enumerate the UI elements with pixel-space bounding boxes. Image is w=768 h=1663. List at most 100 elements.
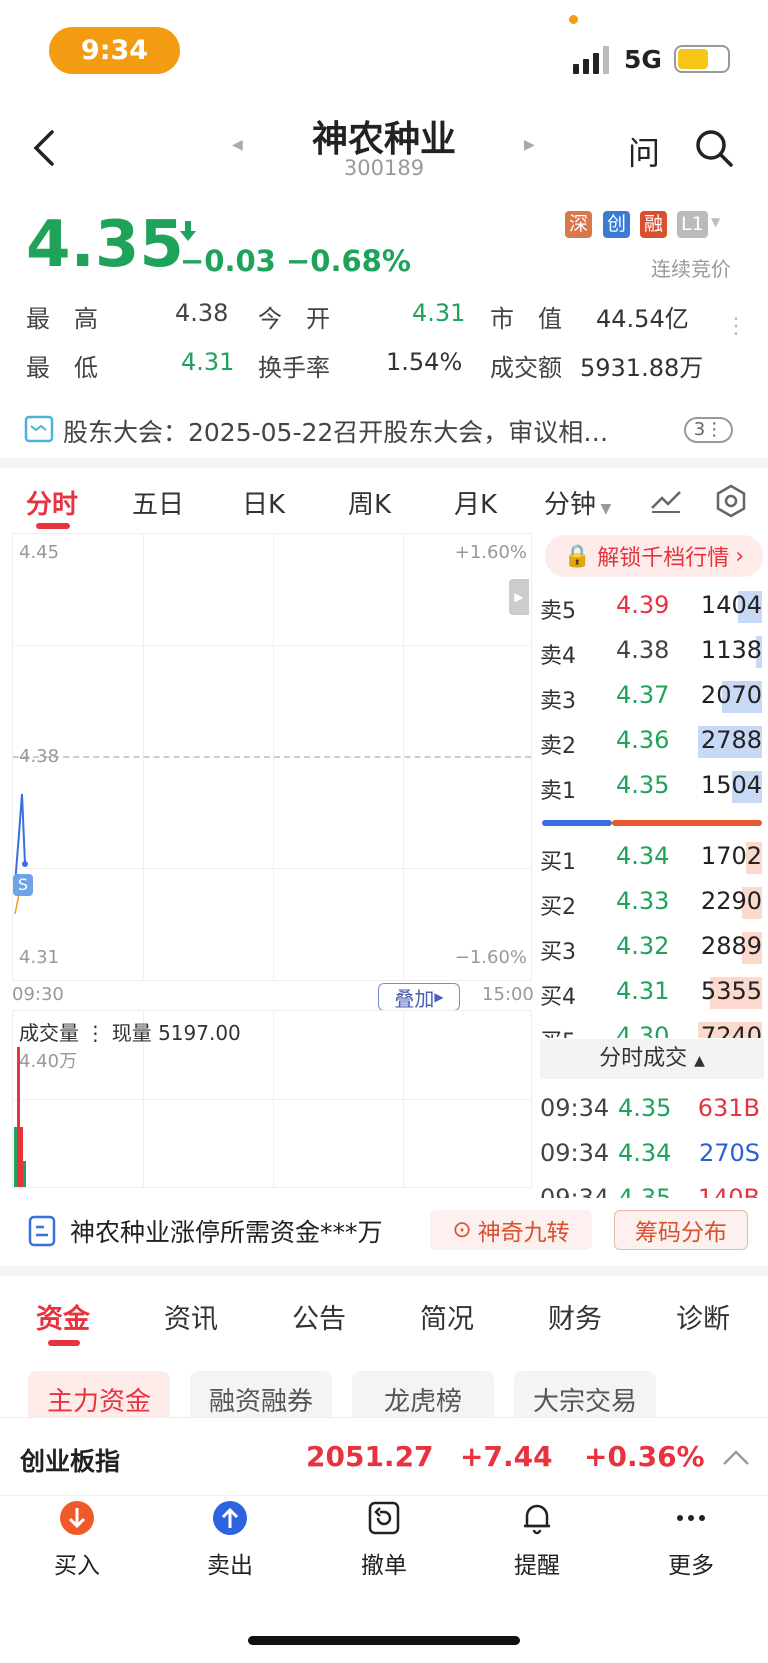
search-icon[interactable] — [694, 128, 734, 168]
alert-button[interactable]: 提醒 — [482, 1500, 592, 1580]
overlay-button[interactable]: 叠加 ▶ — [378, 983, 460, 1011]
settings-icon[interactable] — [714, 484, 748, 518]
ask-row-3[interactable]: 卖3 4.37 2070 — [540, 677, 762, 717]
open-value: 4.31 — [412, 299, 466, 327]
cancel-order-button[interactable]: 撤单 — [329, 1500, 439, 1580]
signal-icon — [573, 46, 609, 74]
high-label: 最 高 — [26, 305, 98, 333]
tab-five-day[interactable]: 五日 — [132, 484, 184, 521]
tab-underline — [48, 1340, 80, 1346]
bid-row-3[interactable]: 买3 4.32 2889 — [540, 928, 762, 968]
mcap-label: 市 值 — [490, 305, 562, 333]
price-change: −0.03 −0.68% — [180, 244, 411, 278]
more-icon — [677, 1515, 705, 1521]
separator — [0, 1266, 768, 1276]
indicator-icon[interactable] — [650, 488, 682, 514]
high-value: 4.38 — [175, 299, 229, 327]
status-time: 9:34 — [49, 27, 180, 74]
tab-minute[interactable]: 分钟 ▼ — [544, 484, 611, 521]
down-arrow-icon — [180, 221, 196, 241]
buy-sell-ratio-bar — [542, 820, 762, 826]
back-icon[interactable] — [30, 128, 60, 168]
ask-row-2[interactable]: 卖2 4.36 2788 — [540, 722, 762, 762]
chip-distribution-button[interactable]: 筹码分布 — [614, 1210, 748, 1250]
low-label: 最 低 — [26, 354, 98, 382]
volume-chart[interactable]: 成交量 ⋮ 现量 5197.00 4.40万 — [12, 1010, 532, 1188]
index-bar[interactable]: 创业板指 2051.27 +7.44 +0.36% — [0, 1417, 768, 1495]
current-price: 4.35 — [26, 208, 184, 282]
tab-daily-k[interactable]: 日K — [242, 484, 285, 521]
volume-label[interactable]: 成交量 ⋮ 现量 5197.00 — [19, 1017, 241, 1046]
tab-intraday[interactable]: 分时 — [26, 484, 78, 521]
bid-row-5[interactable]: 买54.307240 — [540, 1018, 762, 1038]
tab-news[interactable]: 资讯 — [164, 1297, 218, 1336]
home-indicator[interactable] — [248, 1636, 520, 1645]
bid-row-2[interactable]: 买2 4.33 2290 — [540, 883, 762, 923]
bid-row-1[interactable]: 买1 4.34 1702 — [540, 838, 762, 878]
bid-row-4[interactable]: 买4 4.31 5355 — [540, 973, 762, 1013]
buy-button[interactable]: 买入 — [22, 1500, 132, 1580]
recording-dot — [569, 15, 578, 24]
trading-status: 连续竞价 — [651, 257, 731, 281]
expand-panel-icon[interactable]: ▶ — [509, 579, 529, 615]
announcement-count[interactable]: 3⋮ — [684, 417, 733, 443]
bell-icon — [524, 1504, 550, 1535]
battery-level — [678, 49, 708, 69]
more-button[interactable]: 更多 — [636, 1500, 746, 1580]
tab-diagnosis[interactable]: 诊断 — [676, 1297, 730, 1336]
tab-notices[interactable]: 公告 — [292, 1297, 346, 1336]
tab-profile[interactable]: 简况 — [420, 1297, 474, 1336]
pct-axis-bottom: −1.60% — [454, 947, 527, 968]
stock-name: 神农种业 — [311, 119, 456, 160]
price-line — [14, 793, 28, 915]
sell-button[interactable]: 卖出 — [175, 1500, 285, 1580]
chevron-down-icon[interactable]: ▼ — [711, 215, 720, 229]
ask-row-4[interactable]: 卖4 4.38 1138 — [540, 632, 762, 672]
turnover-value: 1.54% — [386, 348, 463, 376]
magic-nine-button[interactable]: ⊙ 神奇九转 — [430, 1210, 592, 1250]
badge-shen: 深 — [565, 211, 593, 238]
tab-underline — [36, 523, 70, 529]
limit-up-funds-text[interactable]: 神农种业涨停所需资金***万 — [70, 1213, 383, 1249]
pct-axis-top: +1.60% — [454, 542, 527, 563]
sell-icon — [213, 1501, 247, 1535]
volume-max: 4.40万 — [19, 1051, 78, 1072]
ask-button[interactable]: 问 — [628, 128, 660, 174]
trade-row: 09:34 4.34 270S — [540, 1139, 760, 1167]
index-pct: +0.36% — [584, 1440, 705, 1473]
more-stats-icon[interactable]: ⋮ — [725, 316, 747, 338]
separator — [0, 458, 768, 468]
network-label: 5G — [624, 45, 662, 74]
turnover-label: 换手率 — [258, 354, 330, 382]
intraday-chart[interactable]: 4.45 4.38 4.31 +1.60% −1.60% S ▶ — [12, 533, 532, 981]
announcement-text[interactable]: 股东大会：2025-05-22召开股东大会，审议相… — [63, 413, 608, 449]
chevron-up-icon[interactable] — [722, 1448, 750, 1466]
amount-label: 成交额 — [490, 354, 562, 382]
trades-header[interactable]: 分时成交 ▲ — [540, 1039, 764, 1079]
next-stock-icon[interactable]: ▶ — [524, 137, 535, 153]
announcement-icon — [24, 415, 54, 443]
badge-rong: 融 — [640, 211, 668, 238]
trade-row: 09:34 4.35 140B — [540, 1184, 760, 1198]
amount-value: 5931.88万 — [580, 354, 704, 382]
ask-row-1[interactable]: 卖1 4.35 1504 — [540, 767, 762, 807]
index-value: 2051.27 — [306, 1440, 434, 1473]
tab-financials[interactable]: 财务 — [548, 1297, 602, 1336]
low-value: 4.31 — [181, 348, 235, 376]
sell-marker[interactable]: S — [13, 874, 33, 896]
unlock-depth-button[interactable]: 🔒 解锁千档行情 › — [545, 535, 763, 577]
tab-monthly-k[interactable]: 月K — [454, 484, 497, 521]
document-icon — [28, 1215, 56, 1247]
tab-funds[interactable]: 资金 — [36, 1297, 90, 1336]
x-axis-end: 15:00 — [482, 984, 534, 1005]
buy-icon — [60, 1501, 94, 1535]
index-name: 创业板指 — [20, 1447, 121, 1476]
badge-chuang: 创 — [603, 211, 631, 238]
badge-l1[interactable]: L1 — [677, 211, 708, 238]
ask-row-5[interactable]: 卖5 4.39 1404 — [540, 587, 762, 627]
x-axis-start: 09:30 — [12, 984, 64, 1005]
open-label: 今 开 — [258, 305, 330, 333]
tab-weekly-k[interactable]: 周K — [348, 484, 391, 521]
index-change: +7.44 — [460, 1440, 553, 1473]
trade-row: 09:34 4.35 631B — [540, 1094, 760, 1122]
